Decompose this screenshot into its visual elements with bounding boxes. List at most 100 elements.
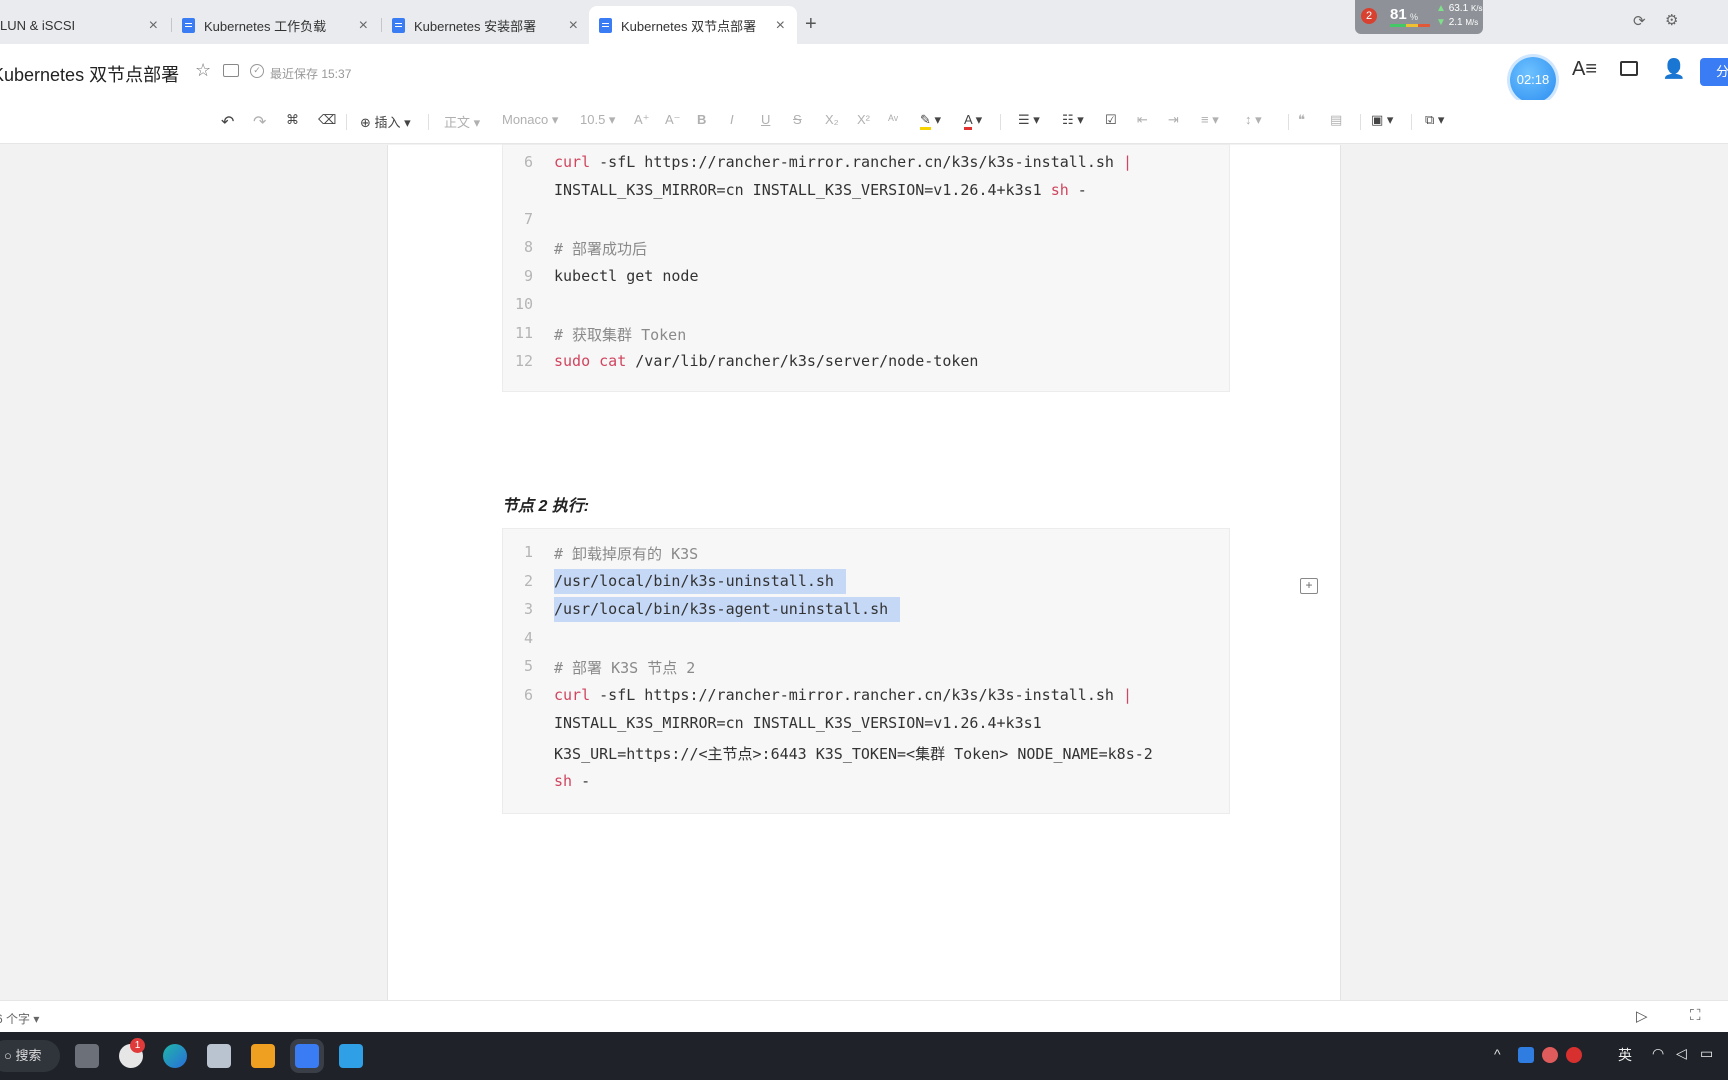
insert-menu[interactable]: ⊕ 插入 ▾ [360,112,411,131]
line-number: 2 [523,572,533,590]
checklist-icon[interactable]: ☑ [1105,112,1117,128]
tray-app-icon[interactable] [1542,1047,1558,1063]
align-icon[interactable]: ≡ ▾ [1201,112,1219,128]
alert-badge: 2 [1361,8,1377,24]
tray-app-icon[interactable] [1518,1047,1534,1063]
vmware-icon[interactable] [251,1044,275,1068]
tab-k8s-install[interactable]: Kubernetes 安装部署 × [382,6,590,44]
add-comment-icon[interactable]: + [1300,578,1318,594]
text-style-icon[interactable]: A≡ [1572,58,1597,81]
remote-desktop-icon[interactable] [207,1044,231,1068]
document-icon [599,17,612,33]
line-number: 1 [523,543,533,561]
format-painter-icon[interactable]: ⌘ [286,112,299,128]
font-color-icon[interactable]: A ▾ [964,112,982,130]
performance-widget[interactable]: 2 81 % ▲ 63.1 K/s ▼ 2.1 M/s [1355,0,1483,34]
code-line: sh - [554,772,591,790]
search-box[interactable]: ○ 搜索 [0,1040,60,1072]
code-comment: # 获取集群 Token [554,326,687,344]
ime-indicator[interactable]: 英 [1618,1045,1632,1065]
undo-icon[interactable]: ↶ [221,112,234,132]
code-line: K3S_URL=https://<主节点>:6443 K3S_TOKEN=<集群… [554,745,1153,763]
code-line: kubectl get node [554,267,699,285]
numbered-list-icon[interactable]: ☷ ▾ [1062,112,1084,128]
download-speed: ▼ 2.1 M/s [1436,17,1479,28]
font-family-select[interactable]: Monaco ▾ [502,112,558,128]
code-line: INSTALL_K3S_MIRROR=cn INSTALL_K3S_VERSIO… [554,714,1042,732]
tab-k8s-workload[interactable]: Kubernetes 工作负载 × [172,6,380,44]
volume-icon[interactable]: ◁ [1676,1045,1687,1062]
bold-icon[interactable]: B [697,112,706,127]
wifi-icon[interactable]: ◠ [1652,1045,1664,1062]
section-heading: 节点 2 执行: [502,498,590,515]
code-comment: # 卸载掉原有的 K3S [554,545,699,563]
selected-code-line: /usr/local/bin/k3s-uninstall.sh [554,569,846,594]
spellcheck-icon[interactable]: ᴬᵛ [888,112,898,127]
highlight-color-icon[interactable]: ✎ ▾ [920,112,941,130]
document-page: 6 curl -sfL https://rancher-mirror.ranch… [387,144,1341,1000]
doc-title[interactable]: Kubernetes 双节点部署 [0,61,179,87]
notepad-icon[interactable] [339,1044,363,1068]
bullet-list-icon[interactable]: ☰ ▾ [1018,112,1040,128]
tab-label: Kubernetes 双节点部署 [621,18,757,34]
tab-label: LUN & iSCSI [0,17,76,33]
settings-icon[interactable]: ⚙ [1665,11,1678,29]
add-collaborator-icon[interactable]: 👤 [1662,57,1686,81]
line-number: 6 [523,686,533,704]
line-number: 4 [523,629,533,647]
line-number: 7 [523,210,533,228]
save-status: 最近保存 15:37 [270,67,352,81]
tab-lun-iscsi[interactable]: LUN & iSCSI × [0,6,170,44]
superscript-icon[interactable]: X² [857,112,870,127]
underline-icon[interactable]: U [761,112,770,127]
document-header: Kubernetes 双节点部署 ☆ ✓ 最近保存 15:37 02:18 A≡… [0,44,1728,103]
new-tab-icon[interactable]: + [805,13,817,36]
tray-app-icon[interactable] [1566,1047,1582,1063]
tab-k8s-dual-node[interactable]: Kubernetes 双节点部署 × [589,6,797,44]
play-icon[interactable]: ▷ [1636,1007,1648,1025]
image-icon[interactable]: ▣ ▾ [1371,112,1393,128]
chevron-up-icon[interactable]: ^ [1494,1046,1501,1062]
strikethrough-icon[interactable]: S [793,112,802,127]
close-icon[interactable]: × [359,17,368,35]
subscript-icon[interactable]: X₂ [825,112,839,127]
notification-badge: 1 [130,1038,145,1053]
star-icon[interactable]: ☆ [195,60,211,81]
close-icon[interactable]: × [776,17,785,35]
present-icon[interactable] [1620,61,1638,76]
edge-browser-icon[interactable] [163,1044,187,1068]
code-block[interactable]: 6 curl -sfL https://rancher-mirror.ranch… [502,144,1230,392]
move-folder-icon[interactable] [223,64,239,77]
redo-icon[interactable]: ↷ [253,112,266,132]
close-icon[interactable]: × [149,17,158,35]
tab-label: Kubernetes 安装部署 [414,18,537,34]
line-spacing-icon[interactable]: ↕ ▾ [1245,112,1262,128]
plugin-icon[interactable]: ⧉ ▾ [1425,112,1444,128]
status-bar: 6 个字 ▾ ▷ ⛶ [0,1000,1728,1032]
indent-increase-icon[interactable]: ⇥ [1168,112,1179,128]
font-size-select[interactable]: 10.5 ▾ [580,112,615,128]
fullscreen-icon[interactable]: ⛶ [1690,1007,1701,1024]
line-number: 5 [523,657,533,675]
docs-app-icon[interactable] [295,1044,319,1068]
eraser-icon[interactable]: ⌫ [318,112,336,128]
word-count[interactable]: 6 个字 ▾ [0,1010,39,1027]
code-block[interactable]: 1 # 卸载掉原有的 K3S 2 /usr/local/bin/k3s-unin… [502,528,1230,814]
increase-font-icon[interactable]: A⁺ [634,112,650,128]
decrease-font-icon[interactable]: A⁻ [665,112,681,128]
refresh-icon[interactable]: ⟳ [1633,12,1646,30]
quote-icon[interactable]: ❝ [1298,112,1305,128]
paragraph-style-select[interactable]: 正文 ▾ [444,112,480,131]
tab-label: Kubernetes 工作负载 [204,18,327,34]
italic-icon[interactable]: I [730,112,734,127]
callout-icon[interactable]: ▤ [1330,112,1342,128]
line-number: 6 [523,153,533,171]
line-number: 9 [523,267,533,285]
battery-icon[interactable]: ▭ [1700,1045,1713,1062]
share-button[interactable]: 分 [1700,58,1728,86]
indent-decrease-icon[interactable]: ⇤ [1137,112,1148,128]
line-number: 10 [514,295,533,313]
task-view-icon[interactable] [75,1044,99,1068]
close-icon[interactable]: × [569,17,578,35]
recording-timer[interactable]: 02:18 [1510,57,1556,103]
